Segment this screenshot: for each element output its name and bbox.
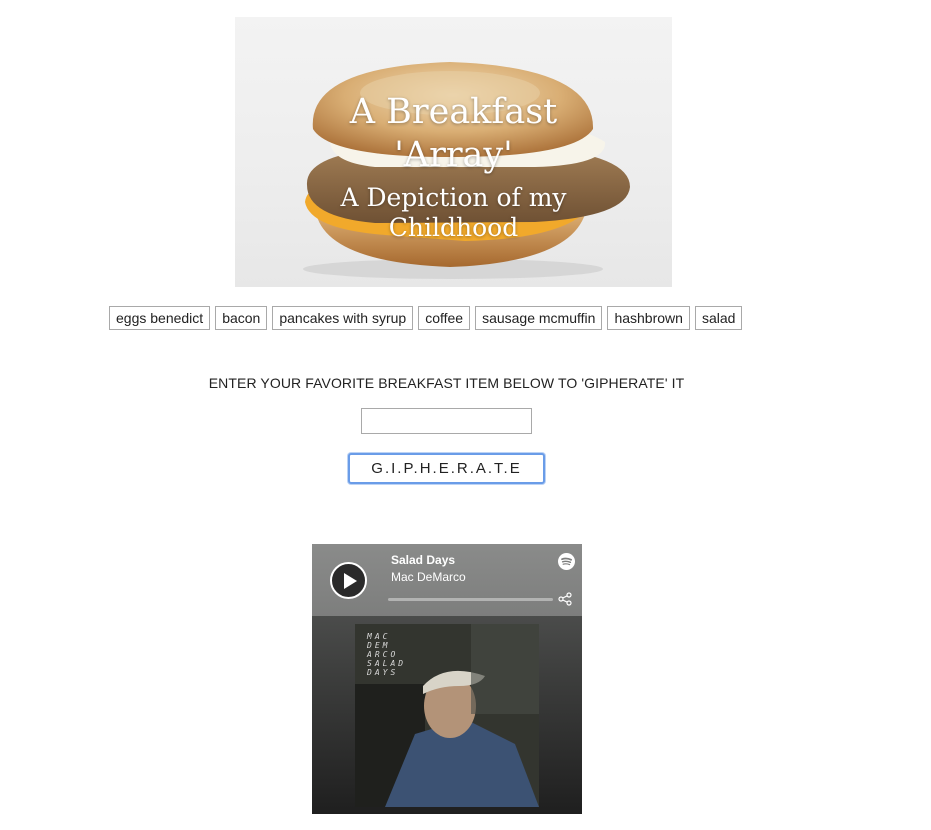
spotify-icon[interactable] [558, 553, 575, 570]
player-header: Salad Days Mac DeMarco [312, 544, 582, 616]
hero-subtitle: A Depiction of my Childhood [340, 183, 567, 242]
hero-title: A Breakfast 'Array' [349, 92, 558, 175]
item-button-sausage-mcmuffin[interactable]: sausage mcmuffin [475, 306, 603, 330]
hero-banner: A Breakfast 'Array' A Depiction of my Ch… [235, 17, 672, 287]
playback-progress-bar[interactable] [388, 598, 553, 601]
item-button-coffee[interactable]: coffee [418, 306, 471, 330]
share-icon[interactable] [558, 592, 572, 606]
breakfast-item-buttons: eggs benedict bacon pancakes with syrup … [109, 306, 743, 330]
gipherate-button[interactable]: G.I.P.H.E.R.A.T.E [348, 453, 545, 484]
page: A Breakfast 'Array' A Depiction of my Ch… [0, 0, 931, 830]
track-title[interactable]: Salad Days [391, 553, 455, 567]
item-button-bacon[interactable]: bacon [215, 306, 268, 330]
breakfast-item-input[interactable] [361, 408, 532, 434]
album-lettering: MAC DEM ARCO SALAD DAYS [367, 632, 407, 677]
item-button-eggs-benedict[interactable]: eggs benedict [109, 306, 211, 330]
item-button-hashbrown[interactable]: hashbrown [607, 306, 690, 330]
item-button-salad[interactable]: salad [694, 306, 743, 330]
play-icon [344, 573, 357, 589]
track-artist[interactable]: Mac DeMarco [391, 570, 466, 584]
hero-text: A Breakfast 'Array' A Depiction of my Ch… [235, 17, 672, 287]
spotify-player: Salad Days Mac DeMarco MAC DEM ARCO SALA… [312, 544, 582, 814]
gipherate-prompt: ENTER YOUR FAVORITE BREAKFAST ITEM BELOW… [208, 375, 685, 391]
item-button-pancakes-with-syrup[interactable]: pancakes with syrup [272, 306, 414, 330]
album-cover[interactable]: MAC DEM ARCO SALAD DAYS [355, 624, 539, 807]
play-button[interactable] [330, 562, 367, 599]
